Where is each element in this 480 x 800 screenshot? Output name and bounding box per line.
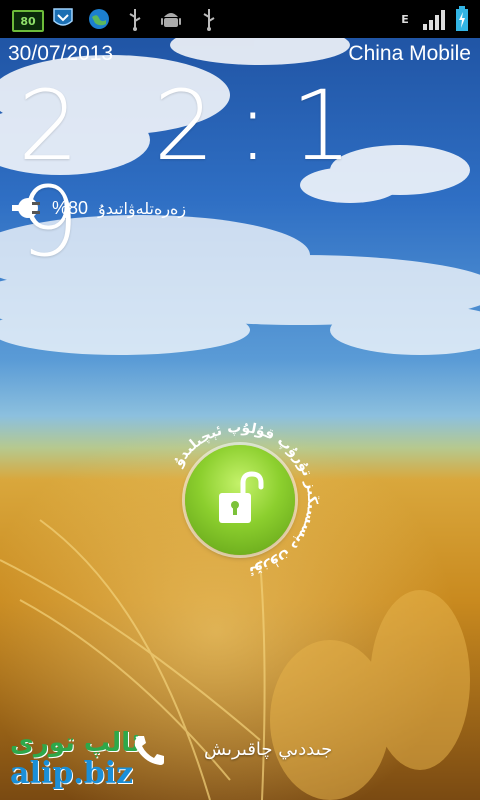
usb-icon (126, 6, 144, 32)
status-bar: 80 E (0, 0, 480, 38)
battery-80-icon: 80 (12, 10, 44, 32)
lockscreen-date: 30/07/2013 (8, 42, 114, 65)
emergency-call-phone-icon[interactable] (130, 732, 170, 768)
watermark-brand: ئالپ تورى (10, 728, 141, 758)
watermark-site: alip.biz (10, 756, 134, 791)
network-type-label: E (401, 12, 409, 26)
charge-percent: %80 (52, 197, 89, 218)
clock-colon: : (236, 70, 292, 182)
globe-icon (87, 6, 111, 32)
shield-icon (51, 6, 75, 32)
charging-status: %80 زەرەتلەۋاتىدۇ (12, 196, 186, 220)
data-arrows-icon: E (396, 6, 414, 32)
carrier-name: China Mobile (348, 42, 471, 65)
unlock-padlock-icon (219, 471, 264, 523)
signal-icon (420, 6, 448, 32)
emergency-call-button[interactable]: جىددىي چاقىرىش (204, 739, 332, 760)
android-icon (160, 6, 182, 32)
charge-status-text: زەرەتلەۋاتىدۇ (98, 198, 187, 218)
charger-plug-icon (12, 198, 40, 218)
usb-icon (200, 6, 218, 32)
battery-charging-icon (454, 6, 470, 32)
battery-80-label: 80 (20, 14, 36, 28)
unlock-button[interactable] (185, 445, 295, 555)
lockscreen-clock: 2 2:1 9 (18, 78, 480, 270)
